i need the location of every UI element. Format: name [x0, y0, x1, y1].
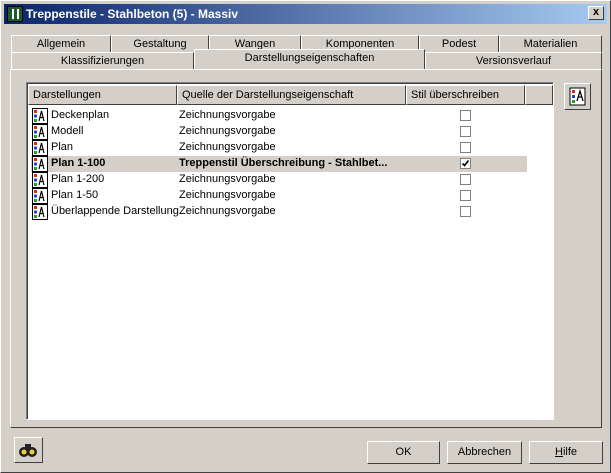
tab-label: Darstellungseigenschaften: [244, 52, 375, 64]
row-source: Zeichnungsvorgabe: [179, 125, 276, 137]
display-rep-icon: [32, 188, 48, 204]
column-header-label: Quelle der Darstellungseigenschaft: [182, 89, 354, 101]
column-header-label: Darstellungen: [33, 89, 101, 101]
tab-label: Podest: [441, 38, 477, 50]
column-header-stil-ueberschreiben[interactable]: Stil überschreiben: [406, 85, 525, 105]
display-rep-icon: [32, 108, 48, 124]
override-checkbox[interactable]: [460, 174, 471, 185]
override-checkbox[interactable]: [460, 206, 471, 217]
tab-label: Gestaltung: [133, 38, 187, 50]
row-name: Überlappende Darstellung: [51, 205, 179, 217]
tab-materialien[interactable]: Materialien: [499, 35, 602, 53]
tab-label: Versionsverlauf: [475, 55, 552, 67]
display-rep-icon: [32, 156, 48, 172]
column-header-darstellungen[interactable]: Darstellungen: [28, 85, 177, 105]
row-source: Treppenstil Überschreibung - Stahlbet...: [179, 157, 388, 169]
ok-button-label: OK: [395, 446, 412, 458]
display-representations-list[interactable]: Darstellungen Quelle der Darstellungseig…: [26, 82, 554, 420]
row-name: Plan 1-100: [51, 157, 106, 169]
find-help-button[interactable]: [14, 437, 43, 463]
binoculars-icon: [19, 444, 37, 457]
column-header-quelle[interactable]: Quelle der Darstellungseigenschaft: [177, 85, 406, 105]
close-icon: x: [592, 6, 600, 18]
override-checkbox[interactable]: [460, 158, 471, 169]
tab-podest[interactable]: Podest: [419, 35, 499, 53]
list-row[interactable]: Überlappende Darstellung Zeichnungsvorgab…: [31, 204, 527, 220]
column-header-label: Stil überschreiben: [411, 89, 500, 101]
override-checkbox[interactable]: [460, 142, 471, 153]
override-checkbox[interactable]: [460, 126, 471, 137]
row-source: Zeichnungsvorgabe: [179, 109, 276, 121]
title-bar[interactable]: Treppenstile - Stahlbeton (5) - Massiv x: [4, 4, 607, 24]
ok-button[interactable]: OK: [367, 441, 440, 464]
window-title: Treppenstile - Stahlbeton (5) - Massiv: [26, 7, 239, 21]
row-name: Deckenplan: [51, 109, 110, 121]
override-checkbox[interactable]: [460, 190, 471, 201]
row-source: Zeichnungsvorgabe: [179, 189, 276, 201]
tab-versionsverlauf[interactable]: Versionsverlauf: [425, 52, 602, 70]
column-header-empty: [525, 85, 553, 105]
tab-label: Klassifizierungen: [60, 55, 145, 67]
tab-label: Allgemein: [36, 38, 86, 50]
help-button-mnemonic: H: [554, 446, 563, 458]
stair-style-icon: [7, 6, 23, 22]
display-rep-icon: [32, 140, 48, 156]
row-source: Zeichnungsvorgabe: [179, 141, 276, 153]
tab-klassifizierungen[interactable]: Klassifizierungen: [11, 52, 194, 70]
cancel-button[interactable]: Abbrechen: [447, 441, 522, 464]
list-row[interactable]: Modell Zeichnungsvorgabe: [31, 124, 527, 140]
list-row[interactable]: Plan 1-100 Treppenstil Überschreibung - S…: [31, 156, 527, 172]
help-button[interactable]: Hilfe: [529, 441, 603, 464]
row-name: Modell: [51, 125, 84, 137]
display-rep-icon: [32, 204, 48, 220]
display-rep-icon: [32, 172, 48, 188]
cancel-button-label: Abbrechen: [457, 446, 512, 458]
list-row[interactable]: Deckenplan Zeichnungsvorgabe: [31, 108, 527, 124]
tab-label: Materialien: [523, 38, 578, 50]
row-source: Zeichnungsvorgabe: [179, 173, 276, 185]
list-row[interactable]: Plan 1-50 Zeichnungsvorgabe: [31, 188, 527, 204]
list-row[interactable]: Plan 1-200 Zeichnungsvorgabe: [31, 172, 527, 188]
tab-darstellungseigenschaften[interactable]: Darstellungseigenschaften: [194, 49, 425, 69]
close-button[interactable]: x: [588, 6, 604, 20]
row-name: Plan 1-50: [51, 189, 99, 201]
list-row[interactable]: Plan Zeichnungsvorgabe: [31, 140, 527, 156]
display-properties-button[interactable]: [564, 83, 591, 110]
row-name: Plan: [51, 141, 74, 153]
override-checkbox[interactable]: [460, 110, 471, 121]
display-properties-icon: [569, 87, 586, 106]
help-button-label: ilfe: [562, 446, 577, 458]
tab-allgemein[interactable]: Allgemein: [11, 35, 111, 53]
row-source: Zeichnungsvorgabe: [179, 205, 276, 217]
display-rep-icon: [32, 124, 48, 140]
row-name: Plan 1-200: [51, 173, 105, 185]
dialog-window: Treppenstile - Stahlbeton (5) - Massiv x…: [0, 0, 611, 473]
